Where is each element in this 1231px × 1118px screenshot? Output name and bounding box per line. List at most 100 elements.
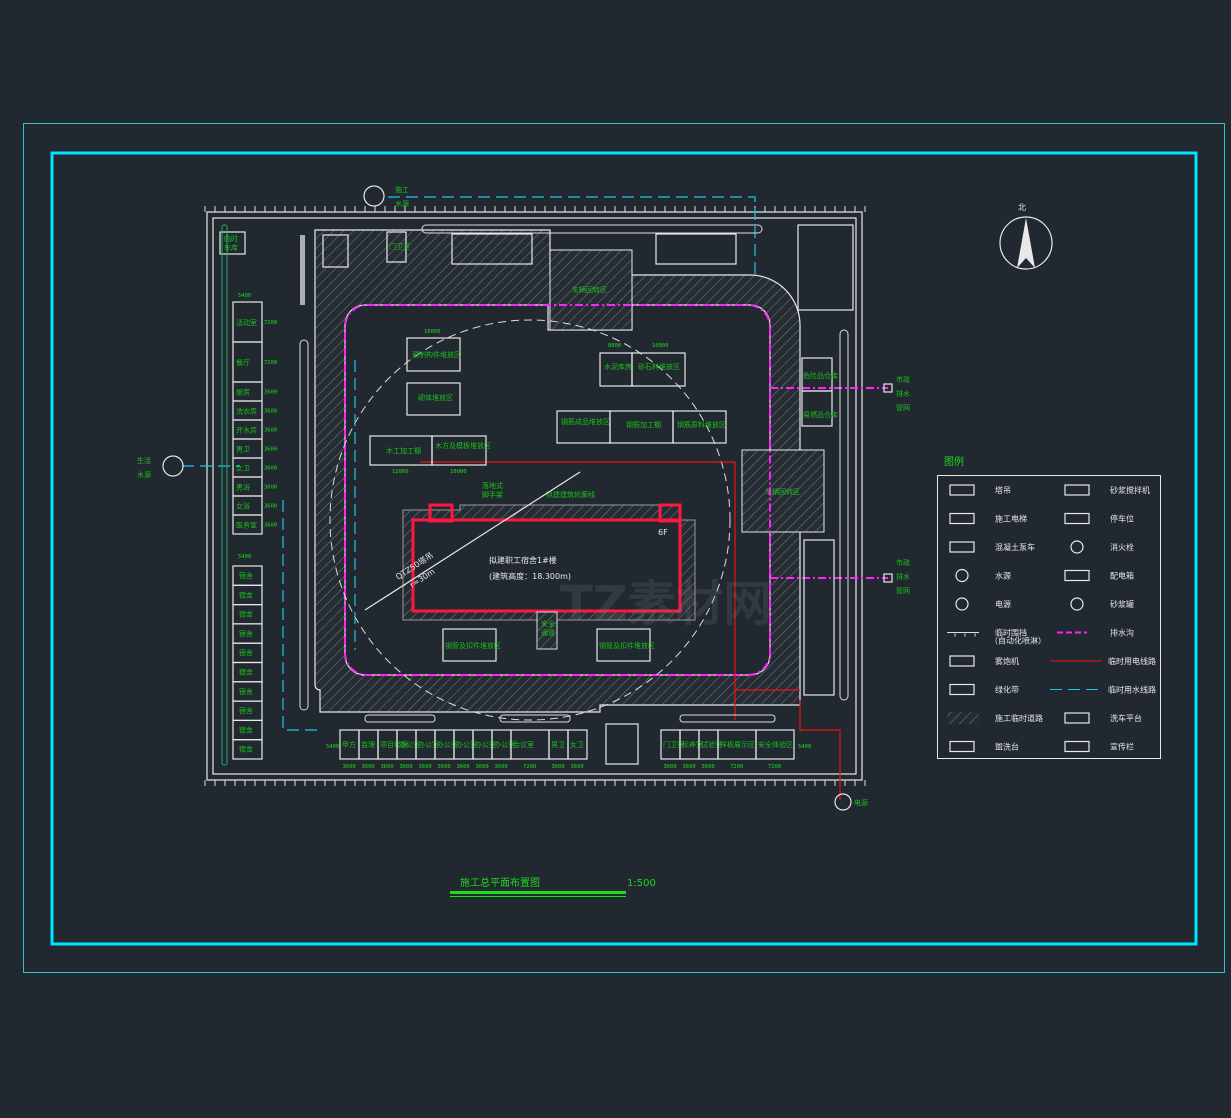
svg-text:水泥库房: 水泥库房 — [604, 362, 632, 371]
temporary-fence-icon — [947, 632, 979, 637]
room: 样板展示区 7200 — [717, 729, 757, 770]
dimension: 3600 — [264, 504, 277, 510]
room-label: 标养室 — [682, 740, 703, 749]
legend-label: 砂浆搅拌机 — [1110, 485, 1150, 495]
legend-item: 混凝土泵车 — [949, 541, 1035, 553]
green-belt-edge — [221, 224, 228, 766]
room-label: 宿舍 — [239, 590, 253, 599]
room: 安全体验区 7200 — [755, 729, 795, 770]
green-belt-icon — [949, 683, 975, 696]
legend-item: 砂浆罐 — [1070, 597, 1134, 611]
legend-item: 电源 — [955, 597, 1011, 611]
dimension: 3600 — [400, 764, 413, 770]
room: 开水房 3600 — [232, 419, 277, 440]
turnaround-top-label: 车辆回转区 — [572, 285, 607, 294]
room-label: 宿舍 — [239, 648, 253, 657]
dimension: 3600 — [264, 447, 277, 453]
fog-cannon-icon — [949, 655, 975, 667]
svg-text:预制构件堆放区: 预制构件堆放区 — [412, 350, 461, 359]
svg-text:北: 北 — [1018, 203, 1026, 212]
title-underline — [450, 891, 626, 894]
legend-label: 盥洗台 — [995, 742, 1019, 752]
zone-cement: 水泥库房 8000 — [599, 343, 633, 387]
dimension: 3600 — [664, 764, 677, 770]
dormitory-room: 宿舍 — [232, 661, 263, 683]
car-wash-platform-bottom — [605, 723, 639, 765]
construction-elevator-icon — [949, 512, 975, 525]
legend-item: 临时用电线路 — [1050, 656, 1156, 666]
room-label: 男卫 — [236, 446, 250, 454]
room-label: 医务室 — [236, 521, 257, 530]
room-label: 女卫 — [236, 464, 250, 473]
dimension: 3600 — [381, 764, 394, 770]
room-label: 办公室 — [437, 740, 458, 749]
dimension: 3600 — [362, 764, 375, 770]
room-label: 宿舍 — [239, 706, 253, 715]
concrete-pump-truck-icon — [949, 541, 975, 553]
room-label: 宿舍 — [239, 668, 253, 677]
room: 男浴 3600 — [232, 476, 277, 497]
legend-label: 临时用水线路 — [1108, 685, 1156, 695]
svg-text:钢筋原料堆放区: 钢筋原料堆放区 — [677, 420, 726, 429]
gate-house-label: 门卫室 — [389, 242, 410, 251]
svg-text:钢筋加工棚: 钢筋加工棚 — [626, 420, 661, 429]
dimension: 7200 — [768, 764, 781, 770]
fire-hydrant-icon — [1070, 540, 1084, 554]
building-name: 拟建职工宿舍1#楼 — [489, 555, 557, 565]
room-label: 厨房 — [236, 388, 250, 397]
svg-text:市政: 市政 — [896, 558, 910, 567]
water-source-icon — [162, 455, 184, 477]
room-label: 男浴 — [236, 483, 250, 492]
power-source-icon — [955, 597, 969, 611]
dimension: 3600 — [419, 764, 432, 770]
equipment-area — [797, 224, 854, 311]
svg-text:排水: 排水 — [896, 389, 910, 398]
room-label: 洗衣房 — [236, 407, 257, 416]
room: 女卫 3600 — [232, 457, 277, 478]
legend-label: 雾炮机 — [995, 656, 1019, 666]
legend-item: 水源 — [955, 568, 1011, 583]
svg-text:电源: 电源 — [854, 798, 868, 807]
zone-rebar-shed: 钢筋加工棚 — [609, 410, 674, 444]
living-rooms-column: 活动室 7200餐厅 7200厨房 3600洗衣房 3600开水房 3600男卫 3600女… — [232, 301, 277, 535]
svg-text:脚手架: 脚手架 — [482, 490, 503, 499]
green-belt-left — [299, 339, 309, 711]
drawing-title: 施工总平面布置图 — [460, 876, 540, 889]
zone-masonry: 砌体堆放区 — [406, 382, 461, 416]
svg-text:钢筋成品堆放区: 钢筋成品堆放区 — [561, 417, 610, 426]
svg-text:易燃品仓库: 易燃品仓库 — [803, 410, 838, 419]
room: 男卫 3600 — [548, 729, 569, 770]
dimension: 3600 — [343, 764, 356, 770]
svg-text:危险品仓库: 危险品仓库 — [803, 371, 838, 380]
svg-text:10000: 10000 — [652, 343, 669, 349]
flammable-store — [801, 390, 833, 427]
room-label: 监理 — [361, 740, 375, 749]
dimension: 3600 — [264, 466, 277, 472]
room-label: 宿舍 — [239, 571, 253, 580]
legend-item: 砂浆搅拌机 — [1064, 484, 1150, 496]
legend-item: 洗车平台 — [1064, 712, 1142, 724]
dimension: 5400 — [798, 744, 811, 750]
legend-label: 排水沟 — [1110, 628, 1134, 638]
dormitory-room: 宿舍 — [232, 700, 263, 721]
room: 甲方 3600 — [339, 729, 360, 770]
dimension: 3600 — [264, 409, 277, 415]
legend-item: 配电箱 — [1064, 569, 1134, 582]
bulletin-board-icon — [1064, 740, 1090, 753]
room: 医务室 3600 — [232, 514, 277, 535]
svg-text:砂石料堆放区: 砂石料堆放区 — [638, 362, 680, 371]
dormitory-room: 宿舍 — [232, 565, 263, 586]
legend-item: 塔吊 — [949, 484, 1011, 496]
svg-text:木工加工棚: 木工加工棚 — [386, 446, 421, 455]
room-label: 试验室 — [701, 740, 722, 749]
room: 女浴 3600 — [232, 495, 277, 516]
svg-text:8000: 8000 — [608, 343, 621, 349]
bulletin-board — [300, 235, 305, 305]
svg-text:水源: 水源 — [137, 470, 151, 479]
room-label: 宿舍 — [239, 687, 253, 696]
room: 厨房 3600 — [232, 381, 277, 402]
svg-text:车库: 车库 — [224, 243, 238, 252]
room-label: 宿舍 — [239, 725, 253, 734]
parking-space-icon — [1064, 512, 1090, 525]
svg-text:管网: 管网 — [896, 586, 910, 595]
